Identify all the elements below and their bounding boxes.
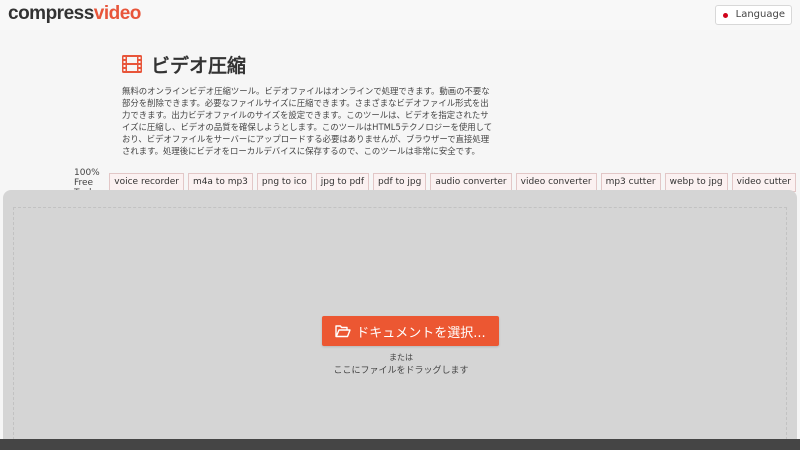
cookie-consent-bar <box>0 439 800 450</box>
folder-open-icon <box>335 324 351 337</box>
file-dropzone[interactable]: ドキュメントを選択... または ここにファイルをドラッグします <box>13 207 787 450</box>
page-description: 無料のオンラインビデオ圧縮ツール。ビデオファイルはオンラインで処理できます。動画… <box>122 86 493 157</box>
logo[interactable]: compressvideo <box>8 3 141 25</box>
logo-text-video: video <box>93 3 142 24</box>
choose-document-button[interactable]: ドキュメントを選択... <box>322 316 499 346</box>
top-bar: compressvideo Language <box>0 0 800 30</box>
logo-text-compress: compress <box>8 3 94 24</box>
page-title: ビデオ圧縮 <box>151 54 247 77</box>
language-button[interactable]: Language <box>714 5 792 25</box>
choose-document-label: ドキュメントを選択... <box>356 325 486 341</box>
upload-panel: ドキュメントを選択... または ここにファイルをドラッグします <box>3 190 797 450</box>
film-strip-icon <box>122 55 142 73</box>
drag-hint-text: ここにファイルをドラッグします <box>333 366 469 376</box>
page-heading: ビデオ圧縮 <box>122 51 246 77</box>
language-label: Language <box>735 9 785 20</box>
or-text: または <box>389 353 413 362</box>
japan-flag-icon <box>720 10 731 20</box>
